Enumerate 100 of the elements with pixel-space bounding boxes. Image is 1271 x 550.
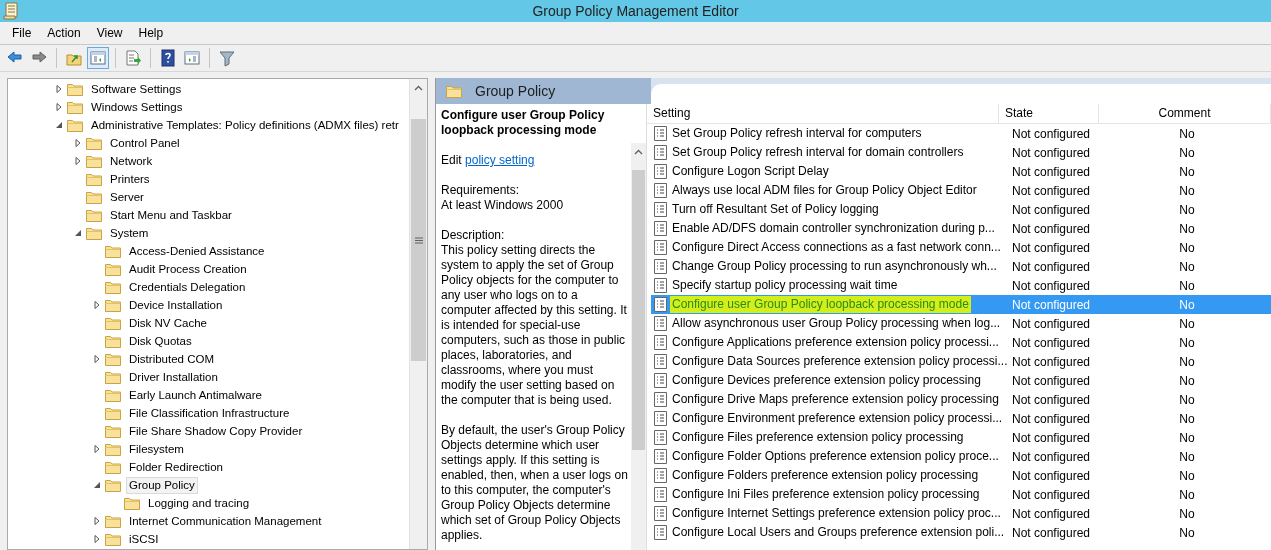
table-cell-text: Not configured [1011,392,1092,407]
tree-item[interactable]: Credentials Delegation [126,278,249,296]
tree-item[interactable]: System [107,224,152,242]
tree-item[interactable]: File Share Shadow Copy Provider [126,422,306,440]
tree-item[interactable]: Windows Settings [88,98,186,116]
table-row[interactable]: Configure Applications preference extension policy processi... Not configured No [651,333,1271,352]
tree-item[interactable]: Software Settings [88,80,185,98]
table-row[interactable]: Configure Devices preference extension policy processing Not configured No [651,371,1271,390]
folder-icon [67,82,83,96]
table-row[interactable]: Set Group Policy refresh interval for computers Not configured No [651,124,1271,143]
expand-arrow-icon[interactable] [54,84,64,94]
table-row[interactable]: Configure Internet Settings preference extension policy proc... Not configured No [651,504,1271,523]
tree-item[interactable]: Driver Installation [126,368,221,386]
table-row[interactable]: Configure Files preference extension policy processing Not configured No [651,428,1271,447]
expand-arrow-icon[interactable] [73,156,83,166]
table-cell-text: No [1178,373,1196,388]
collapse-arrow-icon[interactable] [92,480,102,490]
table-row[interactable]: Configure Logon Script Delay Not configured No [651,162,1271,181]
expand-arrow-icon[interactable] [92,300,102,310]
tree-item[interactable]: Internet Communication Management [126,512,325,530]
table-row[interactable]: Allow asynchronous user Group Policy processing when log... Not configured No [651,314,1271,333]
policy-document-icon [654,259,667,274]
column-header[interactable]: Comment [1099,104,1271,123]
expand-arrow-icon[interactable] [92,354,102,364]
expand-arrow-icon[interactable] [92,534,102,544]
folder-icon [105,442,121,456]
table-cell-text: Not configured [1011,221,1092,236]
menu-item[interactable]: File [4,26,40,40]
menu-item[interactable]: Help [130,26,172,40]
tree-item[interactable]: Logging and tracing [145,494,253,512]
scroll-up-icon[interactable] [634,148,643,155]
tree-item[interactable]: Disk Quotas [126,332,195,350]
policy-document-icon [654,145,667,160]
tree-item[interactable]: Folder Redirection [126,458,226,476]
table-row[interactable]: Configure Environment preference extension policy processi... Not configured No [651,409,1271,428]
table-row[interactable]: Configure Drive Maps preference extension policy processing Not configured No [651,390,1271,409]
table-row[interactable]: Configure Local Users and Groups preference extension poli... Not configured No [651,523,1271,542]
column-header[interactable]: State [999,104,1099,123]
expand-arrow-icon[interactable] [73,138,83,148]
policy-document-icon [654,164,667,179]
tree-item[interactable]: Disk NV Cache [126,314,210,332]
table-cell-text: Configure Logon Script Delay [671,163,830,180]
table-cell-text: Configure Local Users and Groups preference extension poli... [671,524,1006,541]
table-row[interactable]: Enable AD/DFS domain controller synchronization during p... Not configured No [651,219,1271,238]
scroll-up-icon[interactable] [414,84,423,91]
collapse-arrow-icon[interactable] [54,120,64,130]
policy-document-icon [654,430,667,445]
table-row[interactable]: Configure Folders preference extension policy processing Not configured No [651,466,1271,485]
table-row[interactable]: Set Group Policy refresh interval for domain controllers Not configured No [651,143,1271,162]
expand-arrow-icon[interactable] [92,444,102,454]
policy-document-icon [654,449,667,464]
table-cell-text: Not configured [1011,316,1092,331]
tree-item[interactable]: Network [107,152,156,170]
tree-item[interactable]: iSCSI [126,530,162,548]
table-cell-text: No [1178,164,1196,179]
table-row[interactable]: Configure Direct Access connections as a fast network conn... Not configured No [651,238,1271,257]
table-row[interactable]: Configure user Group Policy loopback processing mode Not configured No [651,295,1271,314]
table-cell-text: No [1178,392,1196,407]
table-row[interactable]: Configure Data Sources preference extension policy processi... Not configured No [651,352,1271,371]
policy-document-icon [654,468,667,483]
table-row[interactable]: Change Group Policy processing to run asynchronously wh... Not configured No [651,257,1271,276]
collapse-arrow-icon[interactable] [73,228,83,238]
tree-item[interactable]: Distributed COM [126,350,217,368]
tree-item[interactable]: Server [107,188,147,206]
tree-item[interactable]: File Classification Infrastructure [126,404,293,422]
table-cell-text: Not configured [1011,164,1092,179]
tree-item[interactable]: Group Policy [126,476,198,494]
tree-item[interactable]: Printers [107,170,153,188]
tree-item[interactable]: Early Launch Antimalware [126,386,265,404]
expand-arrow-icon[interactable] [92,516,102,526]
folder-icon [67,100,83,114]
policy-document-icon [654,335,667,350]
table-cell-text: Configure Ini Files preference extension policy processing [671,486,981,503]
table-row[interactable]: Configure Ini Files preference extension policy processing Not configured No [651,485,1271,504]
scrollbar[interactable] [409,79,427,549]
table-cell-text: Not configured [1011,506,1092,521]
folder-icon [86,154,102,168]
tree-item[interactable]: Administrative Templates: Policy definitions (ADMX files) retr [88,116,402,134]
tree-item[interactable]: Device Installation [126,296,226,314]
menu-item[interactable]: View [88,26,131,40]
column-header[interactable]: Setting [647,104,999,123]
policy-setting-link[interactable]: policy setting [465,153,535,167]
expand-arrow-icon[interactable] [54,102,64,112]
tree-item[interactable]: Filesystem [126,440,187,458]
export-list-icon [124,49,142,67]
table-cell-text: No [1178,240,1196,255]
table-cell-text: Not configured [1011,430,1092,445]
policy-document-icon [654,297,667,312]
table-row[interactable]: Always use local ADM files for Group Policy Object Editor Not configured No [651,181,1271,200]
table-row[interactable]: Specify startup policy processing wait time Not configured No [651,276,1271,295]
tree-item[interactable]: Control Panel [107,134,183,152]
table-cell-text: Configure Data Sources preference extension policy processi... [671,353,1009,370]
table-cell-text: No [1178,145,1196,160]
table-row[interactable]: Configure Folder Options preference extension policy proce... Not configured No [651,447,1271,466]
tree-item[interactable]: Start Menu and Taskbar [107,206,235,224]
tree-item[interactable]: Access-Denied Assistance [126,242,268,260]
table-row[interactable]: Turn off Resultant Set of Policy logging Not configured No [651,200,1271,219]
tree-item[interactable]: Audit Process Creation [126,260,250,278]
menu-item[interactable]: Action [39,26,89,40]
scrollbar[interactable] [631,143,646,550]
